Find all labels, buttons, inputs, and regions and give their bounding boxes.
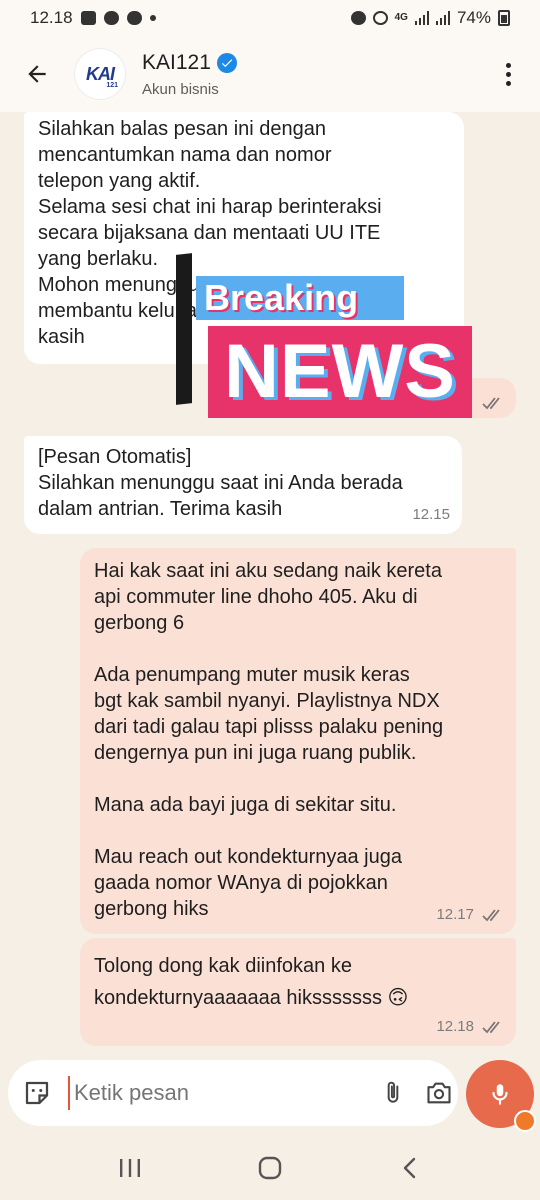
message-bubble[interactable]: [Pesan Otomatis] Silahkan menunggu saat … (24, 436, 462, 534)
double-check-icon (482, 397, 500, 410)
message-text: Hai kak saat ini aku sedang naik kereta … (94, 560, 444, 920)
meta-ai-badge-icon (514, 1110, 536, 1132)
message-meta: 12.18 (436, 1014, 504, 1040)
message-bubble[interactable]: Tolong dong kak diinfokan ke kondekturny… (80, 938, 516, 1046)
breaking-news-sticker: Breaking NEWS (176, 242, 476, 418)
status-bar: 12.18 4G 74% (0, 0, 540, 36)
verified-icon (216, 52, 237, 73)
news-label: NEWS (208, 326, 472, 418)
recents-icon[interactable] (102, 1148, 158, 1188)
message-text: Tolong dong kak diinfokan ke kondekturny… (94, 955, 409, 1009)
more-notif-icon (149, 15, 156, 21)
message-time: 12.17 (436, 906, 474, 923)
hotspot-icon (372, 11, 388, 25)
contact-subtitle: Akun bisnis (142, 80, 219, 98)
signal-2-icon (435, 11, 450, 25)
gallery-icon (80, 11, 96, 25)
avatar[interactable]: KAI 121 (74, 48, 126, 100)
attach-icon[interactable] (380, 1073, 406, 1113)
system-nav-bar (0, 1136, 540, 1200)
back-button[interactable] (12, 49, 62, 99)
message-list: Silahkan balas pesan ini dengan mencantu… (0, 112, 540, 1052)
network-type: 4G (394, 12, 408, 23)
message-composer (8, 1060, 458, 1126)
message-input[interactable] (68, 1076, 362, 1110)
message-meta: 12.15 (412, 502, 450, 528)
app-notif-icon (126, 11, 142, 25)
kai-logo-number: 121 (106, 82, 118, 89)
chat-header: KAI 121 KAI121 Akun bisnis (0, 36, 540, 112)
message-text: [Pesan Otomatis] Silahkan menunggu saat … (38, 446, 403, 520)
home-icon[interactable] (242, 1148, 298, 1188)
contact-name: KAI121 (142, 50, 211, 74)
sticker-icon[interactable] (22, 1076, 52, 1110)
status-time: 12.18 (30, 8, 73, 27)
back-nav-icon[interactable] (382, 1148, 438, 1188)
more-vert-icon[interactable] (498, 54, 518, 94)
message-time: 12.15 (412, 506, 450, 523)
chat-notif-icon (103, 11, 119, 25)
double-check-icon (482, 1021, 500, 1034)
contact-info[interactable]: KAI121 Akun bisnis (142, 51, 237, 98)
signal-icon (414, 11, 429, 25)
back-arrow-icon (28, 65, 46, 83)
message-bubble[interactable]: Hai kak saat ini aku sedang naik kereta … (80, 548, 516, 934)
battery-icon (498, 10, 510, 26)
camera-icon[interactable] (424, 1073, 454, 1113)
mic-icon (492, 1084, 508, 1105)
alarm-icon (350, 11, 366, 25)
sticker-bar (176, 253, 192, 405)
breaking-label: Breaking (196, 276, 404, 320)
double-check-icon (482, 909, 500, 922)
battery-level: 74% (456, 8, 491, 27)
message-time: 12.18 (436, 1018, 474, 1035)
message-meta: 12.17 (436, 902, 504, 928)
message-meta (482, 396, 504, 410)
